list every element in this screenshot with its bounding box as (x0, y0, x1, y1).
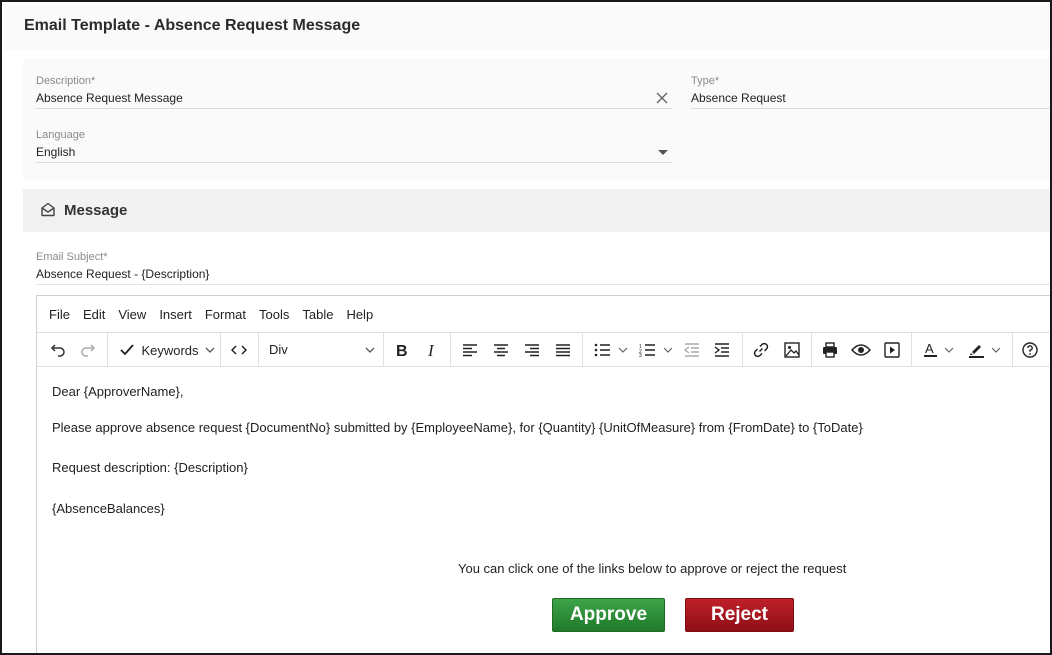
toolbar-divider (582, 333, 583, 367)
align-center-icon[interactable] (490, 338, 512, 362)
approval-instructions: You can click one of the links below to … (458, 561, 847, 576)
description-field: Description* Absence Request Message (36, 75, 672, 109)
type-label: Type* (691, 75, 720, 87)
code-icon[interactable] (227, 338, 251, 362)
toolbar-divider (383, 333, 384, 367)
message-section-title: Message (64, 202, 128, 219)
type-field: Type* Absence Request (691, 75, 1050, 109)
redo-icon[interactable] (77, 338, 99, 362)
undo-icon[interactable] (47, 338, 69, 362)
menu-tools[interactable]: Tools (259, 307, 289, 322)
menu-format[interactable]: Format (205, 307, 246, 322)
media-icon[interactable] (881, 338, 903, 362)
language-field: Language English (36, 129, 672, 163)
keywords-label: Keywords (141, 342, 199, 358)
language-select[interactable]: English (36, 143, 672, 163)
svg-text:A: A (925, 342, 934, 356)
email-subject-input[interactable]: Absence Request - {Description} (36, 265, 1050, 285)
menu-insert[interactable]: Insert (159, 307, 192, 322)
link-icon[interactable] (750, 338, 772, 362)
description-input[interactable]: Absence Request Message (36, 89, 672, 109)
print-icon[interactable] (819, 338, 841, 362)
menu-table[interactable]: Table (302, 307, 333, 322)
italic-icon[interactable]: I (421, 338, 443, 362)
envelope-open-icon (40, 202, 56, 222)
svg-text:3: 3 (639, 353, 642, 357)
toolbar-divider (742, 333, 743, 367)
email-subject-field: Email Subject* Absence Request - {Descri… (36, 251, 1050, 285)
rich-text-editor: File Edit View Insert Format Tools Table… (36, 295, 1050, 653)
toolbar-divider (220, 333, 221, 367)
menu-edit[interactable]: Edit (83, 307, 105, 322)
body-line-description: Request description: {Description} (52, 460, 248, 475)
highlight-icon[interactable] (964, 338, 1006, 362)
block-format-value: Div (269, 342, 288, 357)
toolbar-divider (107, 333, 108, 367)
email-subject-value: Absence Request - {Description} (36, 267, 210, 281)
toolbar-divider (1012, 333, 1013, 367)
template-form: Description* Absence Request Message Typ… (23, 59, 1050, 180)
language-label: Language (36, 129, 85, 141)
bold-icon[interactable]: B (391, 338, 413, 362)
toolbar-divider (811, 333, 812, 367)
image-icon[interactable] (781, 338, 803, 362)
svg-text:B: B (396, 343, 408, 358)
menu-help[interactable]: Help (346, 307, 373, 322)
chevron-down-icon (205, 347, 214, 353)
type-input[interactable]: Absence Request (691, 89, 1050, 109)
approve-button[interactable]: Approve (552, 598, 665, 632)
align-justify-icon[interactable] (552, 338, 574, 362)
email-subject-label: Email Subject* (36, 251, 108, 263)
menu-file[interactable]: File (49, 307, 70, 322)
check-icon (120, 344, 135, 356)
language-value: English (36, 145, 76, 159)
bullet-list-icon[interactable] (590, 338, 632, 362)
type-value: Absence Request (691, 91, 786, 105)
toolbar-divider (450, 333, 451, 367)
toolbar-divider (911, 333, 912, 367)
block-format-dropdown[interactable]: Div (259, 338, 381, 362)
outdent-icon[interactable] (681, 338, 703, 362)
help-icon[interactable] (1019, 338, 1041, 362)
body-line-balances: {AbsenceBalances} (52, 501, 165, 516)
reject-button[interactable]: Reject (685, 598, 794, 632)
page-title: Email Template - Absence Request Message (24, 17, 361, 34)
editor-menubar: File Edit View Insert Format Tools Table… (37, 296, 1050, 332)
indent-icon[interactable] (711, 338, 733, 362)
editor-toolbar: Keywords Div B I 1 2 3 A (37, 332, 1050, 367)
align-left-icon[interactable] (459, 338, 481, 362)
preview-icon[interactable] (849, 338, 873, 362)
menu-view[interactable]: View (118, 307, 146, 322)
clear-icon[interactable] (654, 89, 670, 107)
numbered-list-icon[interactable]: 123 (635, 338, 677, 362)
svg-text:I: I (427, 342, 435, 358)
message-section-header[interactable]: Message (23, 189, 1050, 232)
text-color-icon[interactable]: A (919, 338, 959, 362)
chevron-down-icon[interactable] (658, 150, 668, 155)
description-label: Description* (36, 75, 96, 87)
align-right-icon[interactable] (521, 338, 543, 362)
description-value: Absence Request Message (36, 91, 183, 105)
chevron-down-icon (365, 347, 375, 353)
page-header: Email Template - Absence Request Message (4, 4, 1050, 50)
app-window: Email Template - Absence Request Message… (0, 0, 1052, 655)
body-line-approve: Please approve absence request {Document… (52, 420, 863, 435)
keywords-dropdown[interactable]: Keywords (115, 338, 219, 362)
greeting-line: Dear {ApproverName}, (52, 384, 184, 399)
